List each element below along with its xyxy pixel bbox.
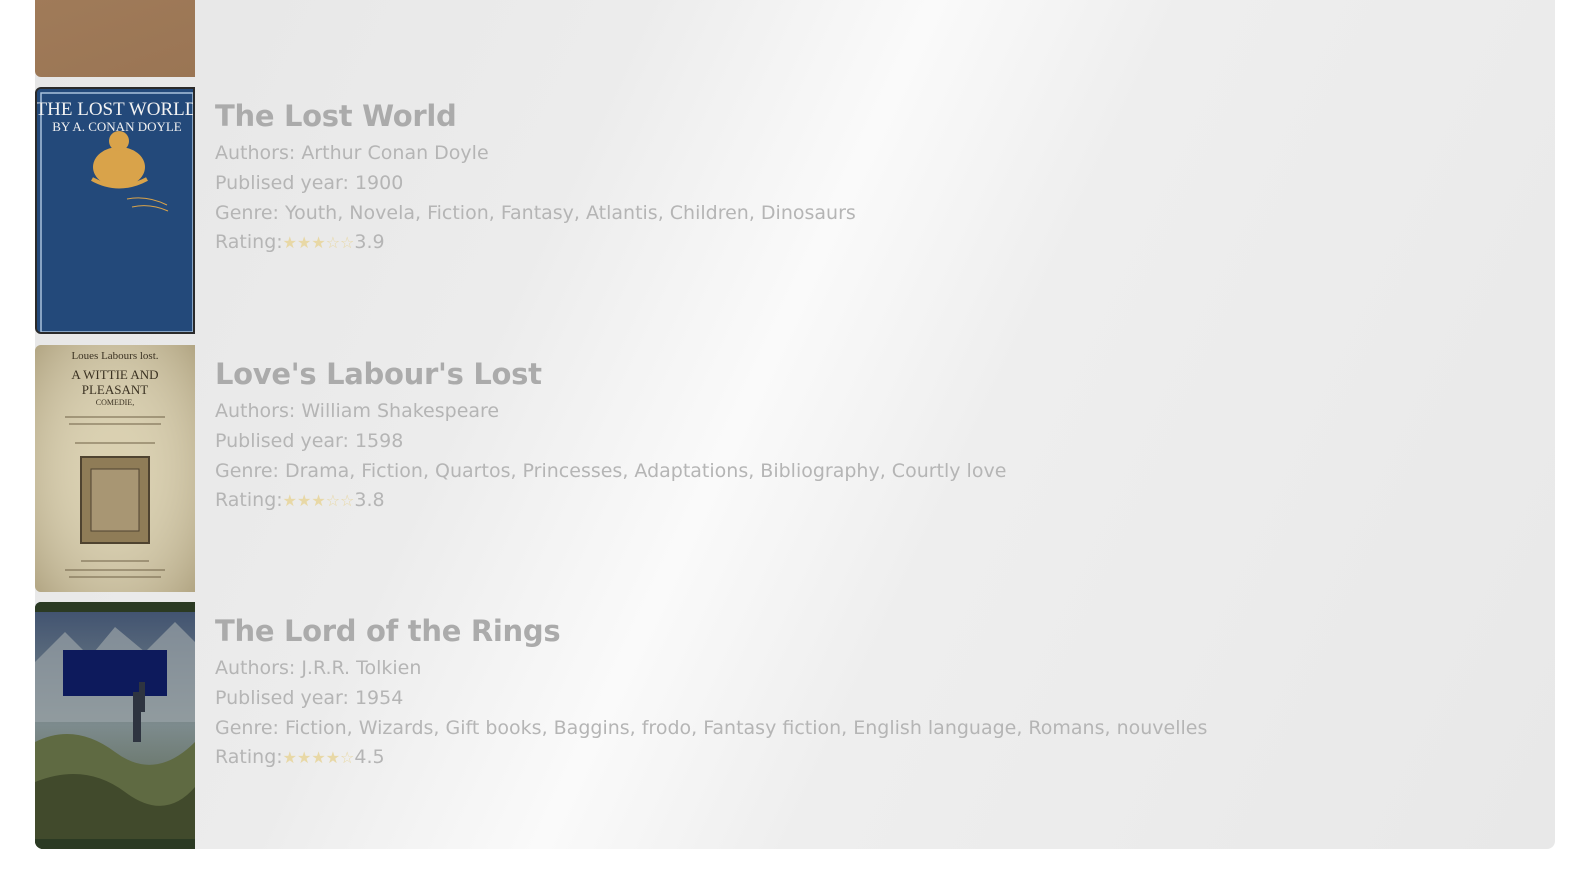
book-rating: Rating:★★★☆☆3.9 — [215, 231, 385, 254]
book-genre: Genre: Drama, Fiction, Quartos, Princess… — [215, 459, 1007, 482]
book-authors: Authors: Arthur Conan Doyle — [215, 142, 489, 164]
book-title[interactable]: Love's Labour's Lost — [215, 357, 1006, 391]
book-authors: Authors: J.R.R. Tolkien — [215, 657, 422, 679]
book-item-the-lord-of-the-rings[interactable]: The Lord of the Rings Authors: J.R.R. To… — [35, 602, 1555, 849]
rating-stars-icon: ★★★☆☆ — [282, 491, 355, 511]
book-cover-image[interactable] — [35, 602, 195, 849]
book-title[interactable]: The Lost World — [215, 99, 856, 133]
cover-art-lost-world: THE LOST WORLD BY A. CONAN DOYLE — [37, 89, 195, 332]
book-genre: Genre: Youth, Novela, Fiction, Fantasy, … — [215, 201, 856, 224]
svg-text:A WITTIE AND: A WITTIE AND — [71, 367, 158, 382]
book-cover-image[interactable]: Loues Labours lost. A WITTIE AND PLEASAN… — [35, 345, 195, 592]
book-info: The Lost World Authors: Arthur Conan Doy… — [215, 99, 856, 258]
book-item-loves-labours-lost[interactable]: Loues Labours lost. A WITTIE AND PLEASAN… — [35, 345, 1555, 592]
rating-stars-icon: ★★★☆☆ — [282, 233, 355, 253]
book-cover-image[interactable]: THE LOST WORLD BY A. CONAN DOYLE — [35, 87, 195, 334]
book-year: Publised year: 1900 — [215, 171, 404, 194]
book-list-panel: THE LOST WORLD BY A. CONAN DOYLE The Los… — [35, 0, 1555, 849]
book-info: Love's Labour's Lost Authors: William Sh… — [215, 357, 1006, 516]
book-item-the-lost-world[interactable]: THE LOST WORLD BY A. CONAN DOYLE The Los… — [35, 87, 1555, 334]
svg-text:COMEDIE,: COMEDIE, — [96, 398, 134, 407]
book-year: Publised year: 1954 — [215, 686, 404, 709]
book-genre: Genre: Fiction, Wizards, Gift books, Bag… — [215, 716, 1208, 739]
rating-stars-icon: ★★★★☆ — [282, 748, 355, 768]
book-cover-previous[interactable] — [35, 0, 195, 77]
book-rating: Rating:★★★★☆4.5 — [215, 746, 385, 769]
svg-text:Loues Labours lost.: Loues Labours lost. — [71, 350, 158, 362]
book-authors: Authors: William Shakespeare — [215, 400, 500, 422]
book-info: The Lord of the Rings Authors: J.R.R. To… — [215, 614, 1207, 773]
book-title[interactable]: The Lord of the Rings — [215, 614, 1207, 648]
svg-text:THE LOST WORLD: THE LOST WORLD — [37, 99, 195, 120]
svg-text:PLEASANT: PLEASANT — [82, 382, 149, 397]
cover-art-loves-labours-lost: Loues Labours lost. A WITTIE AND PLEASAN… — [35, 345, 195, 592]
cover-art-lord-of-the-rings — [35, 602, 195, 849]
book-year: Publised year: 1598 — [215, 429, 404, 452]
book-rating: Rating:★★★☆☆3.8 — [215, 489, 385, 512]
